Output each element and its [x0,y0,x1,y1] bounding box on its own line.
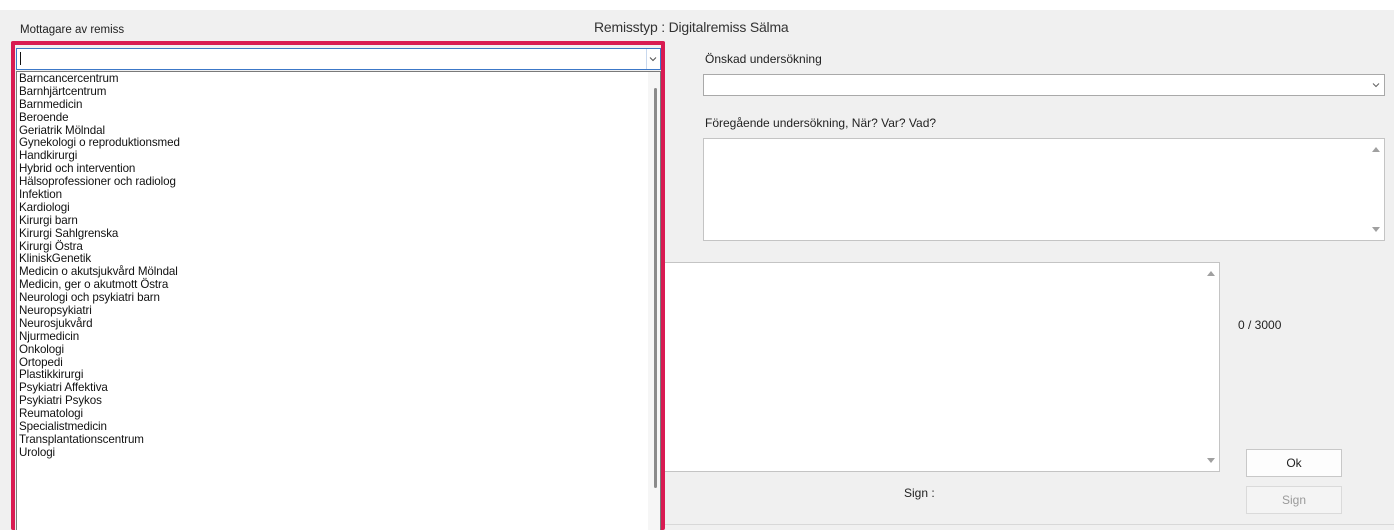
chevron-down-icon [1372,83,1380,88]
remisstyp-title: Remisstyp : Digitalremiss Sälma [594,19,789,35]
dropdown-option[interactable]: Neurosjukvård [17,317,660,331]
previous-exam-scrollbar[interactable] [1367,139,1384,240]
dropdown-option[interactable]: Kardiologi [17,201,660,215]
dropdown-option[interactable]: Kirurgi Sahlgrenska [17,227,660,241]
dropdown-option[interactable]: Gynekologi o reproduktionsmed [17,137,660,150]
desired-exam-label: Önskad undersökning [705,52,822,66]
chevron-down-icon [649,57,657,62]
dropdown-option[interactable]: Barnhjärtcentrum [17,85,660,99]
dropdown-option[interactable]: Reumatologi [17,407,660,421]
char-counter: 0 / 3000 [1238,318,1282,332]
dropdown-option[interactable]: Barnmedicin [17,98,660,112]
scroll-down-arrow-icon[interactable] [1207,458,1215,463]
dropdown-option[interactable]: Barncancercentrum [17,72,660,86]
dropdown-option[interactable]: Njurmedicin [17,330,660,344]
recipient-options-list: Barncancercentrum Barnhjärtcentrum Barnmed… [16,71,661,530]
dropdown-option[interactable]: Psykiatri Affektiva [17,381,660,395]
desired-exam-select[interactable] [703,74,1385,96]
previous-exam-label: Föregående undersökning, När? Var? Vad? [705,116,937,130]
scroll-down-arrow-icon[interactable] [1372,227,1380,232]
scrollbar-thumb[interactable] [654,88,657,488]
dropdown-option[interactable]: Kirurgi Östra [17,240,660,254]
text-caret [20,52,21,65]
top-strip [0,0,1394,10]
dropdown-option[interactable]: Urologi [17,446,660,460]
sign-label: Sign : [904,486,935,500]
dropdown-option[interactable]: Ortopedi [17,356,660,370]
dropdown-option[interactable]: Neurologi och psykiatri barn [17,291,660,305]
recipient-dropdown-toggle[interactable] [646,49,660,69]
recipient-list-scrollbar[interactable] [648,72,660,530]
dropdown-option[interactable]: Infektion [17,188,660,202]
ok-button[interactable]: Ok [1246,449,1342,477]
recipient-label: Mottagare av remiss [20,24,125,36]
sign-button[interactable]: Sign [1246,486,1342,514]
dropdown-option[interactable]: Plastikkirurgi [17,369,660,382]
dropdown-option[interactable]: Kirurgi barn [17,214,660,228]
dropdown-option[interactable]: Beroende [17,111,660,125]
scroll-up-arrow-icon[interactable] [1372,147,1380,152]
dropdown-option[interactable]: Psykiatri Psykos [17,394,660,408]
recipient-combobox[interactable] [16,48,661,70]
dropdown-option[interactable]: Transplantationscentrum [17,433,660,447]
dropdown-option[interactable]: Onkologi [17,343,660,357]
dropdown-option[interactable]: Hälsoprofessioner och radiolog [17,175,660,189]
dropdown-option[interactable]: Neuropsykiatri [17,304,660,318]
referral-text-scrollbar[interactable] [1202,263,1219,471]
referral-text-textarea[interactable] [660,262,1220,472]
previous-exam-textarea[interactable] [703,138,1385,241]
bottom-divider [660,524,1394,525]
recipient-options: Barncancercentrum Barnhjärtcentrum Barnmed… [17,72,660,460]
dropdown-option[interactable]: Specialistmedicin [17,420,660,434]
scroll-up-arrow-icon[interactable] [1207,271,1215,276]
